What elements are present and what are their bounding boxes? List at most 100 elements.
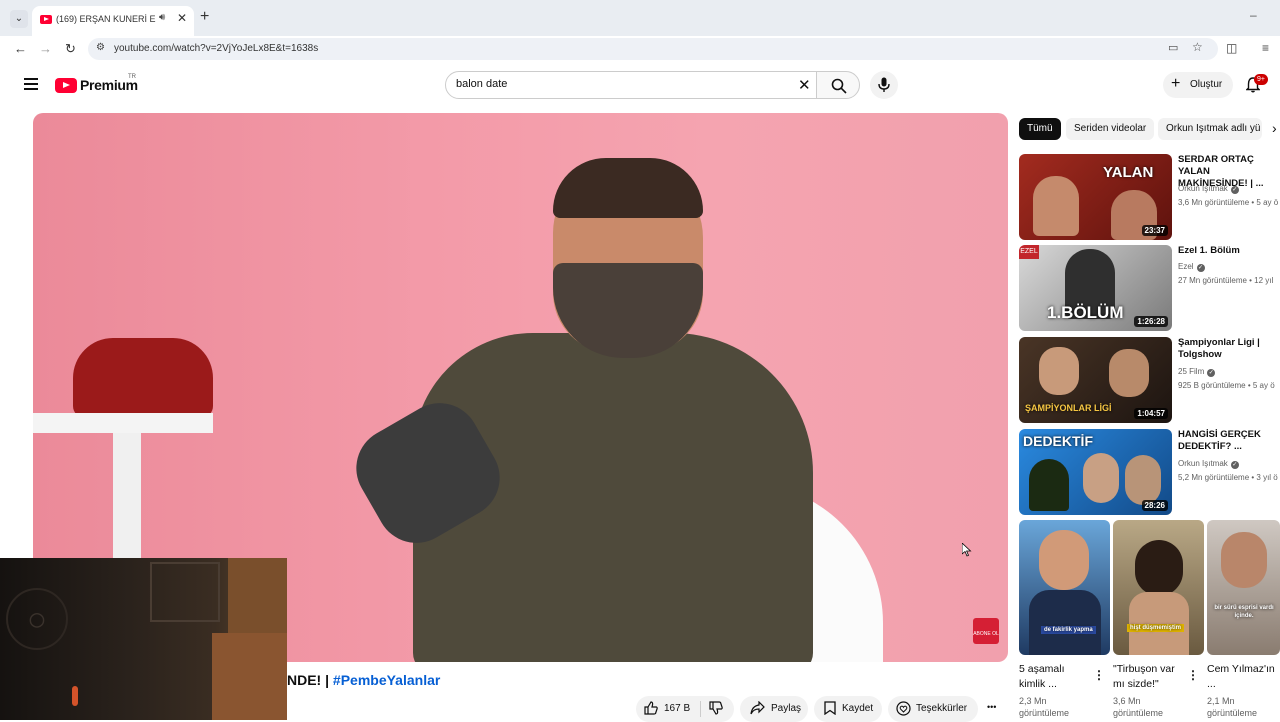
video-title-text: NDE! | [287,672,333,688]
verified-check-icon: ✓ [1230,186,1239,194]
recommendation-item[interactable]: EZEL 1.BÖLÜM 1:26:28 Ezel 1. Bölüm Ezel ✓… [1019,245,1280,331]
short-views: 3,6 Mn görüntüleme [1113,696,1164,718]
video-title[interactable]: Şampiyonlar Ligi | Tolgshow [1178,337,1280,361]
create-button[interactable]: + Oluştur [1163,72,1233,98]
thumbnail-person-image [1221,532,1267,588]
recommendation-item[interactable]: ŞAMPİYONLAR LİGİ 1:04:57 Şampiyonlar Lig… [1019,337,1280,423]
mouse-cursor-icon [962,543,972,557]
share-arrow-icon [750,701,765,715]
save-button[interactable]: Kaydet [814,696,882,722]
channel-name-text[interactable]: Orkun Işıtmak [1178,459,1228,468]
channel-name-text[interactable]: Orkun Işıtmak [1178,184,1228,193]
browser-toolbar: ← → ↻ ⚙︎ youtube.com/watch?v=2VjYoJeLx8E… [0,36,1280,64]
create-label: Oluştur [1190,79,1223,90]
like-count: 167 B [664,703,691,714]
site-info-icon[interactable]: ⚙︎ [96,42,105,53]
channel-name[interactable]: 25 Film ✓ [1178,367,1216,377]
reading-list-icon[interactable]: ≡ [1262,41,1269,55]
url-text[interactable]: youtube.com/watch?v=2VjYoJeLx8E&t=1638s [114,43,318,54]
verified-check-icon: ✓ [1207,369,1216,377]
share-button[interactable]: Paylaş [740,696,808,722]
short-thumbnail[interactable]: hişt düşmemiştim [1113,520,1204,655]
thumbnail-person-image [1033,176,1079,236]
youtube-logo-icon[interactable] [55,78,77,93]
video-thumbnail[interactable]: YALAN 23:37 [1019,154,1172,240]
back-arrow-icon[interactable]: ← [14,41,27,56]
install-app-icon[interactable]: ▭ [1168,41,1178,54]
short-title[interactable]: "Tirbuşon var mı sizde!" [1113,662,1185,692]
clear-search-icon[interactable]: ✕ [798,76,811,94]
like-divider [700,701,701,717]
thumbnail-caption: DEDEKTİF [1023,433,1093,449]
person-hair-image [553,158,703,218]
plus-icon: + [1171,75,1181,92]
short-title[interactable]: Cem Yılmaz'ın ... [1207,662,1279,692]
video-thumbnail[interactable]: ŞAMPİYONLAR LİGİ 1:04:57 [1019,337,1172,423]
short-title[interactable]: 5 aşamalı kimlik ... [1019,662,1091,692]
notification-count-badge: 9+ [1254,74,1268,85]
thumbnail-person-image [1125,455,1161,505]
address-bar[interactable]: ⚙︎ youtube.com/watch?v=2VjYoJeLx8E&t=163… [88,38,1218,60]
video-duration: 1:04:57 [1134,408,1168,419]
thumbnail-shirt-image [1029,590,1101,655]
video-duration: 23:37 [1141,225,1168,236]
video-title[interactable]: HANGİSİ GERÇEK DEDEKTİF? ... [1178,429,1280,453]
search-icon [831,78,847,94]
video-thumbnail[interactable]: EZEL 1.BÖLÜM 1:26:28 [1019,245,1172,331]
webcam-overlay: ◯ [0,558,287,720]
browser-tab-strip: ⌄ (169) ERŞAN KUNERİ EKİBİ 🔊︎ ✕ + – [0,0,1280,36]
short-thumbnail[interactable]: bir sürü esprisi vardı içinde. [1207,520,1280,655]
browser-tab-active[interactable]: (169) ERŞAN KUNERİ EKİBİ 🔊︎ ✕ [32,6,194,36]
channel-name-text[interactable]: Ezel [1178,262,1194,271]
recommendation-item[interactable]: YALAN 23:37 SERDAR ORTAÇ YALAN MAKİNESİN… [1019,154,1280,240]
chip-next-chevron-icon[interactable]: › [1272,120,1277,136]
voice-search-button[interactable] [870,71,898,99]
forward-arrow-icon[interactable]: → [39,41,52,56]
channel-name[interactable]: Orkun Işıtmak ✓ [1178,184,1239,194]
like-button[interactable]: 167 B [636,696,700,722]
thumbs-down-icon [709,701,723,715]
new-tab-plus-icon[interactable]: + [200,9,209,25]
search-input[interactable] [456,78,776,90]
speaker-icon[interactable]: 🔊︎ [159,12,165,23]
door-image [212,633,287,720]
youtube-header: Premium TR ✕ + Oluştur 9+ [0,64,1280,108]
verified-check-icon: ✓ [1196,264,1205,272]
video-thumbnail[interactable]: DEDEKTİF 28:26 [1019,429,1172,515]
tab-list-chevron-down-icon[interactable]: ⌄ [10,10,28,28]
short-more-menu-icon[interactable]: ⋮ [1093,668,1105,682]
subscribe-watermark[interactable]: ABONE OL [973,618,999,644]
wall-logo-image: ◯ [6,588,68,650]
channel-name[interactable]: Orkun Işıtmak ✓ [1178,459,1239,469]
more-dots-icon: ••• [987,702,997,712]
video-duration: 28:26 [1141,500,1168,511]
search-box[interactable]: ✕ [445,71,817,99]
channel-name[interactable]: Ezel ✓ [1178,262,1205,272]
thumbnail-person-image [1083,453,1119,503]
search-button[interactable] [816,71,860,99]
more-actions-button[interactable]: ••• [984,696,1006,722]
bookmark-star-icon[interactable]: ☆ [1192,40,1203,54]
close-tab-icon[interactable]: ✕ [177,11,187,25]
thanks-button[interactable]: Teşekkürler [888,696,978,722]
bookmark-icon [824,701,836,715]
chip-series-videos[interactable]: Seriden videolar [1066,118,1155,140]
window-minimize-icon[interactable]: – [1250,8,1257,22]
chip-all[interactable]: Tümü [1019,118,1061,140]
short-more-menu-icon[interactable]: ⋮ [1187,668,1199,682]
share-label: Paylaş [771,703,802,714]
hamburger-menu-icon[interactable] [24,78,38,90]
recommendation-item[interactable]: DEDEKTİF 28:26 HANGİSİ GERÇEK DEDEKTİF? … [1019,429,1280,515]
video-title[interactable]: Ezel 1. Bölüm [1178,245,1280,257]
short-views: 2,1 Mn görüntüleme [1207,696,1258,718]
dislike-button[interactable] [702,696,734,722]
thumbnail-person-image [1109,349,1149,397]
video-title-hashtag[interactable]: #PembeYalanlar [333,672,440,688]
extensions-icon[interactable]: ◫ [1226,41,1237,55]
video-meta: 27 Mn görüntüleme • 12 yıl [1178,276,1274,285]
chip-channel-videos[interactable]: Orkun Işıtmak adlı yü [1158,118,1262,140]
short-thumbnail[interactable]: de fakirlik yapma [1019,520,1110,655]
reload-icon[interactable]: ↻ [65,41,76,57]
country-code: TR [128,74,136,80]
channel-name-text[interactable]: 25 Film [1178,367,1204,376]
